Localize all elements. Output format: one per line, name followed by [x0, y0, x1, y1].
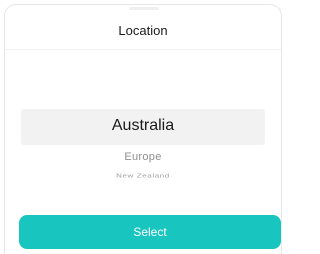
- title-divider: [5, 49, 281, 50]
- picker-option[interactable]: New Zealand: [5, 172, 281, 178]
- sheet-grabber[interactable]: [129, 7, 159, 10]
- location-picker-sheet: Location Australia Europe New Zealand Se…: [4, 4, 282, 254]
- picker-option[interactable]: Europe: [5, 151, 281, 163]
- sheet-title: Location: [118, 23, 168, 38]
- picker-option-selected[interactable]: Australia: [5, 117, 281, 135]
- select-button[interactable]: Select: [19, 215, 281, 249]
- location-picker-wheel[interactable]: Australia Europe New Zealand: [5, 101, 281, 193]
